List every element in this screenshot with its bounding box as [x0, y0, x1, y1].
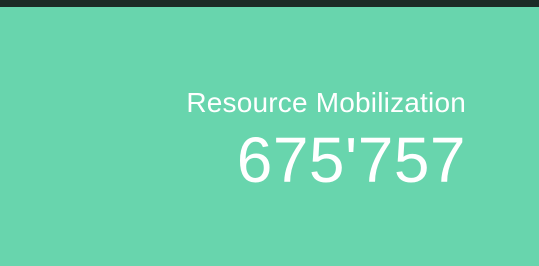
- stat-label: Resource Mobilization: [186, 87, 466, 118]
- top-bar: [0, 0, 539, 7]
- stat-card: Resource Mobilization 675'757: [0, 7, 539, 266]
- stat-value: 675'757: [236, 124, 466, 196]
- stat-block: Resource Mobilization 675'757: [186, 87, 466, 193]
